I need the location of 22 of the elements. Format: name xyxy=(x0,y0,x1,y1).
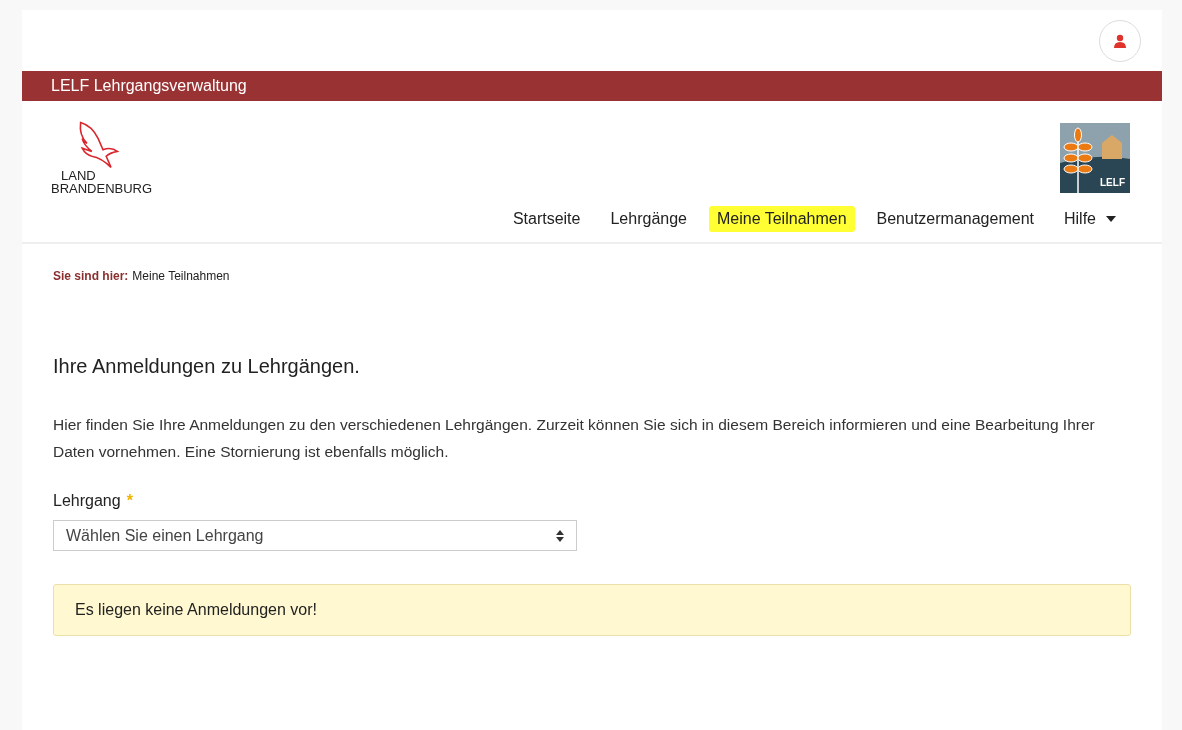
breadcrumb-label: Sie sind hier: xyxy=(53,269,129,283)
intro-text: Hier finden Sie Ihre Anmeldungen zu den verschiedenen Lehrgängen. Zurzeit können Sie sich in diesem Bereich informieren und eine Bearbeitung Ihrer Daten vornehmen. Eine Stornierung ist ebenfalls möglich. xyxy=(53,415,1096,462)
nav-link[interactable]: Lehrgänge xyxy=(602,205,695,232)
user-account-button[interactable] xyxy=(1099,19,1141,62)
breadcrumb-current: Meine Teilnahmen xyxy=(132,269,230,283)
page-heading: Ihre Anmeldungen zu Lehrgängen. xyxy=(53,355,361,378)
course-select[interactable]: Wählen Sie einen Lehrgang xyxy=(53,520,577,551)
nav-link[interactable]: Meine Teilnahmen xyxy=(709,205,855,232)
nav-link[interactable]: Hilfe xyxy=(1056,205,1124,232)
select-placeholder: Wählen Sie einen Lehrgang xyxy=(66,526,264,545)
logo-text: BRANDENBURG xyxy=(51,182,153,195)
alert-text: Es liegen keine Anmeldungen vor! xyxy=(75,601,317,619)
app-title: LELF Lehrgangsverwaltung xyxy=(51,77,247,95)
required-mark: * xyxy=(126,492,133,510)
nav-link[interactable]: Startseite xyxy=(504,205,589,232)
field-label: Lehrgang xyxy=(53,492,121,510)
nav-link[interactable]: Benutzermanagement xyxy=(868,205,1042,232)
wheat-house-icon xyxy=(1060,123,1130,193)
sort-arrows-icon xyxy=(556,529,564,542)
user-icon xyxy=(1113,33,1127,48)
logo-text: LAND xyxy=(61,169,97,182)
logo-text: LELF xyxy=(1100,177,1125,188)
